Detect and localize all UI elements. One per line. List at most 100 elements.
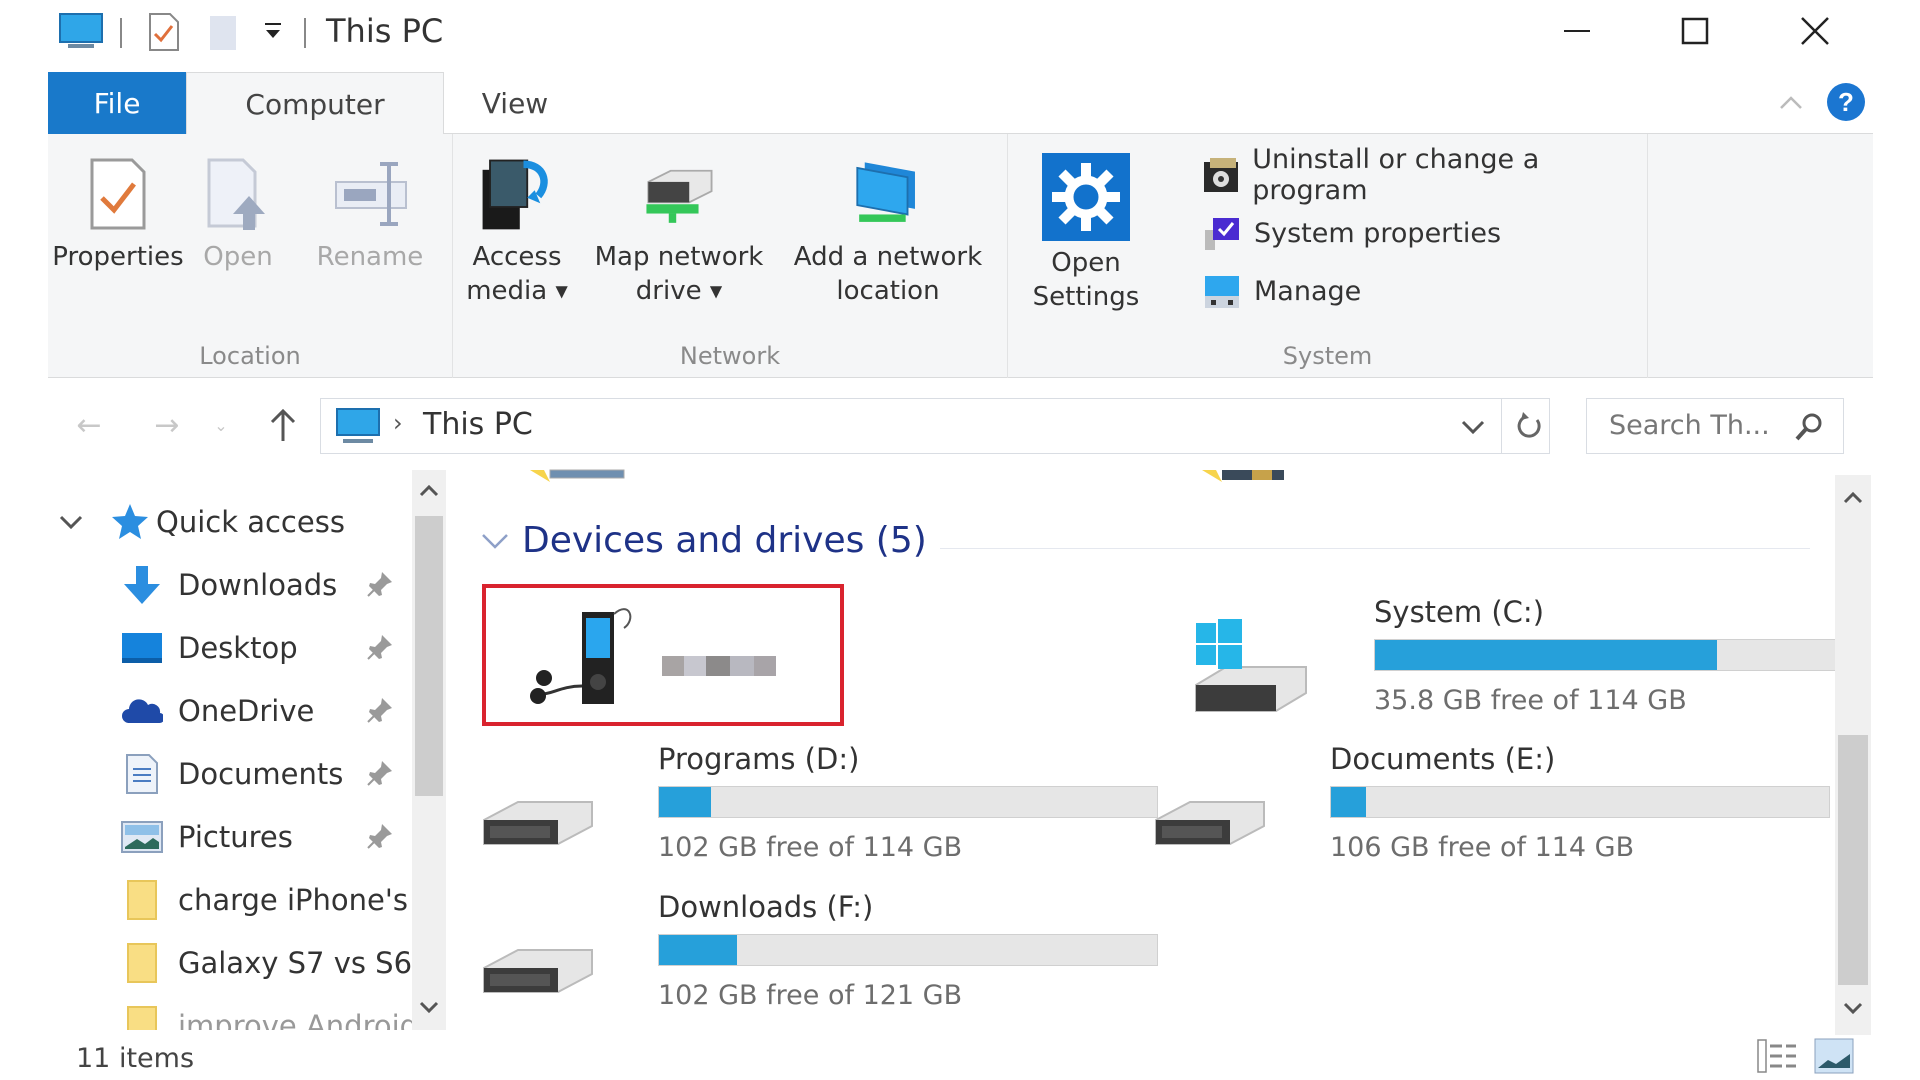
- search-icon[interactable]: [1793, 411, 1825, 447]
- quick-access-star-icon: [108, 500, 152, 544]
- rename-label: Rename: [316, 242, 424, 272]
- downloads-icon: [120, 563, 164, 607]
- content-scroll-thumb[interactable]: [1838, 735, 1868, 985]
- nav-item-folder[interactable]: Galaxy S7 vs S6: [48, 933, 412, 993]
- onedrive-icon: [120, 689, 164, 733]
- nav-item-folder[interactable]: charge iPhone's: [48, 870, 408, 930]
- add-network-location-label-line2: location: [836, 276, 940, 306]
- maximize-button[interactable]: [1650, 6, 1740, 56]
- pin-icon[interactable]: [366, 633, 396, 663]
- access-media-label-line1: Access: [472, 242, 562, 272]
- search-input[interactable]: Search Th...: [1609, 410, 1770, 441]
- back-button[interactable]: ←: [64, 400, 114, 450]
- scroll-up-icon[interactable]: [1842, 489, 1864, 509]
- tab-file[interactable]: File: [48, 72, 186, 134]
- scroll-down-icon[interactable]: [1842, 1001, 1864, 1021]
- section-title: Devices and drives (5): [522, 520, 927, 561]
- drive-item-e[interactable]: Documents (E:) 106 GB free of 114 GB: [1142, 742, 1835, 882]
- drive-free-space: 102 GB free of 114 GB: [658, 832, 963, 863]
- drive-free-space: 35.8 GB free of 114 GB: [1374, 685, 1687, 716]
- qat-separator: [304, 18, 306, 48]
- maximize-icon: [1681, 17, 1709, 45]
- large-icons-view-button[interactable]: [1814, 1038, 1854, 1078]
- access-media-button[interactable]: Access media ▼: [465, 152, 569, 309]
- new-folder-qat-icon[interactable]: [208, 14, 238, 56]
- breadcrumb-this-pc[interactable]: This PC: [423, 407, 533, 442]
- nav-pane-scrollbar[interactable]: [412, 470, 446, 1030]
- properties-qat-icon[interactable]: [148, 12, 180, 56]
- content-pane: Devices and drives (5) System (C:) 35.8 …: [460, 460, 1835, 1035]
- window-title: This PC: [326, 12, 444, 50]
- minimize-button[interactable]: [1532, 6, 1622, 56]
- documents-icon: [120, 752, 164, 796]
- dropdown-caret-icon: ▼: [555, 281, 568, 301]
- nav-label: Documents: [178, 757, 344, 791]
- address-bar[interactable]: › This PC: [320, 398, 1550, 454]
- nav-label: Quick access: [156, 505, 345, 539]
- open-settings-button[interactable]: Open Settings: [1026, 152, 1146, 314]
- add-network-location-button[interactable]: Add a network location: [783, 152, 993, 308]
- ribbon-group-system: Open Settings Uninstall or change a prog…: [1008, 134, 1648, 378]
- drive-icon: [1142, 762, 1272, 872]
- section-divider: [940, 548, 1810, 549]
- back-arrow-icon: ←: [76, 407, 102, 443]
- pin-icon[interactable]: [366, 822, 396, 852]
- address-history-dropdown[interactable]: [1459, 413, 1487, 445]
- content-scrollbar[interactable]: [1835, 475, 1871, 1035]
- drive-item-f[interactable]: Downloads (F:) 102 GB free of 121 GB: [470, 890, 1170, 1030]
- rename-icon: [330, 152, 410, 236]
- drive-usage-bar: [658, 786, 1158, 818]
- map-network-drive-button[interactable]: Map network drive ▼: [587, 152, 771, 309]
- qat-separator: [120, 18, 122, 48]
- expand-chevron-icon[interactable]: [58, 508, 84, 542]
- recent-locations-button[interactable]: ⌄: [206, 400, 236, 450]
- open-button[interactable]: Open: [198, 152, 278, 274]
- ribbon-group-location: Properties Open Rename Location: [48, 134, 453, 378]
- tab-view[interactable]: View: [444, 72, 586, 134]
- scroll-up-icon[interactable]: [418, 482, 440, 502]
- refresh-button[interactable]: [1513, 410, 1545, 446]
- collapse-ribbon-icon[interactable]: [1776, 88, 1806, 122]
- uninstall-program-button[interactable]: Uninstall or change a program: [1200, 144, 1647, 206]
- drive-name: Documents (E:): [1330, 742, 1556, 776]
- nav-item-folder[interactable]: improve Android...: [48, 996, 445, 1030]
- desktop-icon: [120, 626, 164, 670]
- properties-button[interactable]: Properties: [52, 152, 184, 274]
- ribbon-group-label: System: [1282, 342, 1373, 370]
- drive-usage-fill: [1375, 640, 1717, 670]
- nav-scroll-thumb[interactable]: [415, 516, 443, 796]
- drive-item-c[interactable]: System (C:) 35.8 GB free of 114 GB: [1186, 595, 1835, 735]
- up-arrow-icon: [270, 408, 296, 441]
- system-properties-button[interactable]: System properties: [1200, 210, 1501, 256]
- this-pc-icon: [58, 12, 104, 56]
- tab-computer[interactable]: Computer: [186, 72, 444, 135]
- forward-button[interactable]: →: [142, 400, 192, 450]
- drive-usage-bar: [1330, 786, 1830, 818]
- device-highlight-box: [482, 584, 844, 726]
- rename-button[interactable]: Rename: [310, 152, 430, 274]
- nav-item-quick-access[interactable]: Quick access: [48, 492, 408, 552]
- nav-item-downloads[interactable]: Downloads: [48, 555, 408, 615]
- pin-icon[interactable]: [366, 570, 396, 600]
- nav-item-pictures[interactable]: Pictures: [48, 807, 408, 867]
- scroll-down-icon[interactable]: [418, 1000, 440, 1020]
- nav-item-desktop[interactable]: Desktop: [48, 618, 408, 678]
- customize-qat-icon[interactable]: [262, 20, 284, 46]
- search-box[interactable]: Search Th...: [1586, 398, 1844, 454]
- status-item-count: 11 items: [76, 1043, 195, 1074]
- manage-icon: [1200, 269, 1244, 313]
- section-devices-and-drives[interactable]: Devices and drives (5): [480, 520, 927, 561]
- manage-button[interactable]: Manage: [1200, 268, 1361, 314]
- uninstall-icon: [1200, 153, 1242, 197]
- nav-item-documents[interactable]: Documents: [48, 744, 408, 804]
- help-icon[interactable]: ?: [1826, 82, 1866, 126]
- folder-thumbnail-partial: [530, 468, 630, 488]
- nav-item-onedrive[interactable]: OneDrive: [48, 681, 408, 741]
- drive-item-d[interactable]: Programs (D:) 102 GB free of 114 GB: [470, 742, 1170, 882]
- details-view-button[interactable]: [1756, 1038, 1800, 1078]
- pin-icon[interactable]: [366, 696, 396, 726]
- close-button[interactable]: [1770, 6, 1860, 56]
- up-button[interactable]: [258, 400, 308, 450]
- pin-icon[interactable]: [366, 759, 396, 789]
- open-label: Open: [203, 242, 273, 272]
